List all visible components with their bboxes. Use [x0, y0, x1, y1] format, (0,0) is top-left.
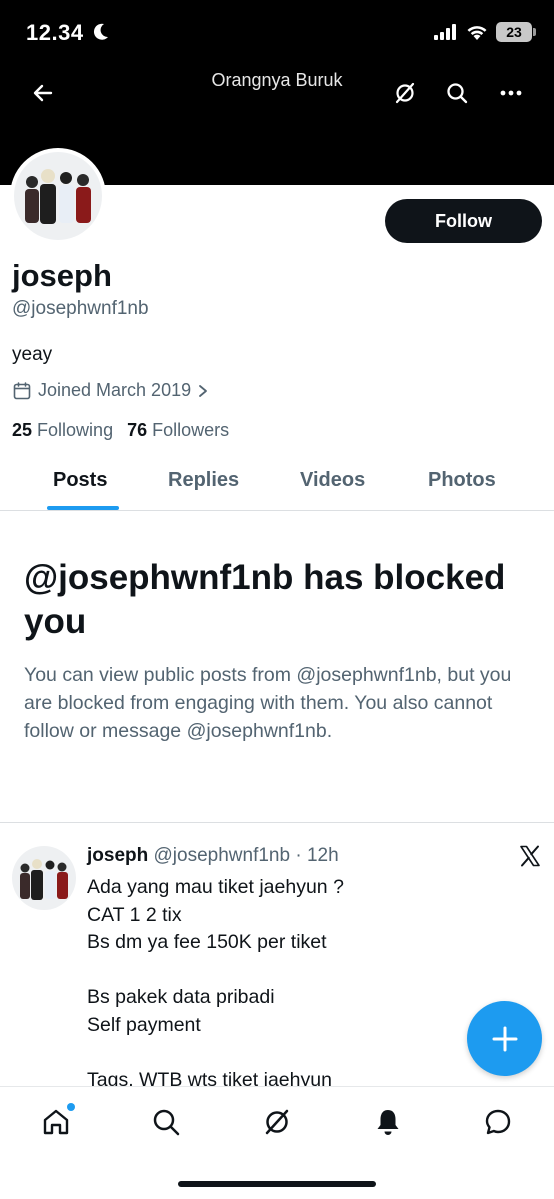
tab-posts[interactable]: Posts [53, 469, 107, 492]
followers-count: 76 [127, 420, 148, 440]
tab-photos[interactable]: Photos [428, 469, 496, 492]
battery-indicator: 23 [496, 22, 536, 42]
more-icon [500, 90, 522, 96]
battery-level: 23 [506, 24, 522, 40]
follow-button[interactable]: Follow [385, 199, 542, 243]
post-meta: @josephwnf1nb · 12h [153, 845, 339, 866]
messages-icon [485, 1109, 511, 1135]
avatar-image [12, 846, 76, 910]
search-icon [447, 83, 468, 104]
post-author-name[interactable]: joseph [87, 845, 148, 866]
active-tab-indicator [47, 506, 119, 510]
status-icons: 23 [434, 22, 536, 42]
grok-icon [265, 1109, 289, 1135]
blocked-title: @josephwnf1nb has blocked you [24, 558, 506, 641]
notification-dot [67, 1103, 75, 1111]
tab-videos[interactable]: Videos [300, 469, 365, 492]
back-arrow-icon [33, 84, 53, 102]
x-logo-icon [520, 845, 540, 867]
profile-tabs: Posts Replies Videos Photos [0, 455, 554, 511]
joined-label: Joined March 2019 [38, 380, 192, 400]
following-count: 25 [12, 420, 33, 440]
moon-icon [93, 23, 108, 40]
nav-notifications[interactable] [371, 1105, 405, 1139]
following-label: Following [37, 420, 114, 440]
joined-date[interactable]: Joined March 2019 [12, 380, 209, 401]
profile-stats: 25 Following 76 Followers [12, 420, 229, 441]
following-link[interactable]: 25 Following [12, 420, 113, 441]
followers-label: Followers [152, 420, 230, 440]
profile-handle: @josephwnf1nb [12, 298, 149, 319]
divider [0, 822, 554, 823]
home-icon [43, 1109, 69, 1135]
status-time: 12.34 [26, 20, 84, 45]
nav-home[interactable] [39, 1103, 75, 1139]
followers-link[interactable]: 76 Followers [127, 420, 229, 441]
compose-button[interactable] [467, 1001, 542, 1076]
more-button[interactable] [494, 76, 528, 110]
plus-icon [492, 1026, 517, 1051]
display-name: joseph [12, 258, 112, 293]
post-avatar[interactable] [12, 846, 76, 910]
chevron-right-icon [199, 384, 208, 397]
search-button[interactable] [440, 76, 474, 110]
avatar-image [14, 152, 102, 240]
back-button[interactable] [26, 76, 60, 110]
signal-icon [434, 24, 456, 40]
wifi-icon [467, 25, 487, 40]
grok-button[interactable] [388, 76, 422, 110]
post-header: joseph @josephwnf1nb · 12h [87, 845, 339, 867]
tab-replies[interactable]: Replies [168, 469, 239, 492]
search-icon [153, 1109, 180, 1136]
grok-icon [395, 82, 415, 104]
nav-search[interactable] [149, 1105, 183, 1139]
profile-avatar[interactable] [10, 148, 106, 244]
nav-messages[interactable] [481, 1105, 515, 1139]
blocked-message: You can view public posts from @josephwn… [24, 664, 512, 742]
home-indicator [178, 1181, 376, 1187]
profile-bio: yeay [12, 344, 53, 365]
calendar-icon [13, 381, 31, 399]
notifications-icon [377, 1110, 399, 1135]
post-text: Ada yang mau tiket jaehyun ? CAT 1 2 tix… [87, 876, 344, 1091]
nav-grok[interactable] [260, 1105, 294, 1139]
